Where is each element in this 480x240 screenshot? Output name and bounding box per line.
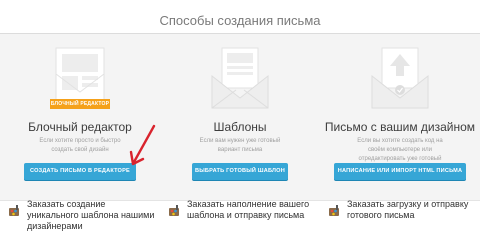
order-template-filling-link[interactable]: Заказать наполнение вашего шаблона и отп… — [187, 199, 315, 221]
order-unique-template-link[interactable]: Заказать создание уникального шаблона на… — [27, 199, 155, 232]
upload-envelope-icon — [371, 47, 429, 109]
create-in-editor-button[interactable]: СОЗДАТЬ ПИСЬМО В РЕДАКТОРЕ — [24, 163, 136, 180]
option-description: Если вам нужен уже готовый вариант письм… — [199, 138, 281, 153]
option-templates: Шаблоны Если вам нужен уже готовый вариа… — [160, 34, 320, 240]
paint-palette-icon — [9, 205, 19, 216]
option-description: Если хотите просто и быстро создать свой… — [39, 138, 121, 153]
order-design-item: Заказать создание уникального шаблона на… — [8, 199, 158, 232]
page-title: Способы создания письма — [159, 13, 321, 28]
paint-palette-icon — [329, 205, 339, 216]
choose-template-button[interactable]: ВЫБРАТЬ ГОТОВЫЙ ШАБЛОН — [192, 163, 288, 180]
option-heading: Письмо с вашим дизайном — [324, 120, 476, 134]
block-editor-badge: БЛОЧНЫЙ РЕДАКТОР — [50, 99, 110, 109]
order-upload-send-link[interactable]: Заказать загрузку и отправку готового пи… — [347, 199, 475, 221]
option-description: Если вы хотите создать код на своём комп… — [357, 138, 443, 162]
order-upload-item: Заказать загрузку и отправку готового пи… — [328, 199, 478, 229]
red-arrow-icon — [129, 124, 156, 166]
template-envelope-icon — [211, 47, 269, 109]
order-filling-item: Заказать наполнение вашего шаблона и отп… — [168, 199, 318, 229]
option-own-design: Письмо с вашим дизайном Если вы хотите с… — [320, 34, 480, 240]
option-heading: Шаблоны — [213, 120, 267, 134]
paint-palette-icon — [169, 205, 179, 216]
import-html-button[interactable]: НАПИСАНИЕ ИЛИ ИМПОРТ HTML ПИСЬМА — [334, 163, 466, 180]
